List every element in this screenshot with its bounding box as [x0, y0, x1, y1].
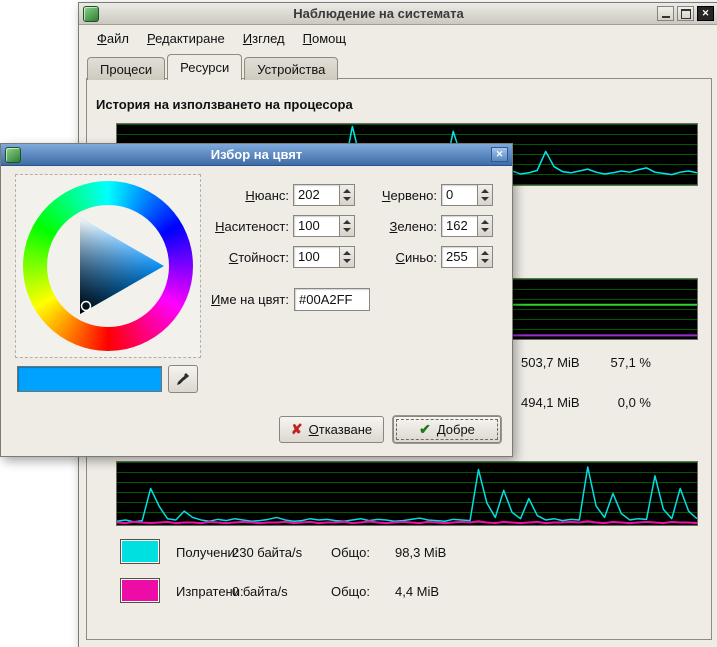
menu-edit[interactable]: Редактиране	[139, 28, 233, 49]
red-value[interactable]: 0	[442, 185, 477, 205]
ok-button-label: Добре	[437, 422, 475, 437]
green-spin-arrows[interactable]	[477, 216, 492, 236]
received-label: Получени:	[176, 545, 238, 560]
tab-resources[interactable]: Ресурси	[167, 54, 242, 80]
color-name-label: Име на цвят:	[161, 292, 289, 307]
color-picker-dialog: Избор на цвят ✕	[0, 143, 513, 457]
value-value[interactable]: 100	[294, 247, 339, 267]
main-titlebar[interactable]: Наблюдение на системата ✕	[79, 3, 717, 25]
blue-spin-arrows[interactable]	[477, 247, 492, 267]
green-spinner[interactable]: 162	[441, 215, 493, 237]
blue-label: Синьо:	[337, 250, 437, 265]
green-label: Зелено:	[337, 219, 437, 234]
value-label: Стойност:	[171, 250, 289, 265]
ok-button[interactable]: ✔ Добре	[393, 416, 501, 443]
hue-value[interactable]: 202	[294, 185, 339, 205]
sent-total: 4,4 MiB	[395, 584, 439, 599]
blue-spinner[interactable]: 255	[441, 246, 493, 268]
maximize-button[interactable]	[677, 6, 694, 21]
tab-processes[interactable]: Процеси	[87, 57, 165, 80]
memory-amount: 503,7 MiB	[521, 355, 580, 370]
main-window-title: Наблюдение на системата	[103, 6, 654, 21]
eyedropper-icon	[175, 371, 191, 387]
cpu-section-title: История на използването на процесора	[96, 97, 353, 112]
red-spinner[interactable]: 0	[441, 184, 493, 206]
received-color-swatch[interactable]	[120, 539, 160, 564]
received-total-label: Общо:	[331, 545, 370, 560]
swap-amount: 494,1 MiB	[521, 395, 580, 410]
dialog-close-button[interactable]: ✕	[491, 147, 508, 162]
eyedropper-button[interactable]	[168, 365, 198, 393]
close-button[interactable]: ✕	[697, 6, 714, 21]
tab-devices[interactable]: Устройства	[244, 57, 338, 80]
cancel-button[interactable]: ✘ Отказване	[279, 416, 384, 443]
dialog-app-icon	[5, 147, 21, 163]
sent-color-swatch[interactable]	[120, 578, 160, 603]
menu-file[interactable]: Файл	[89, 28, 137, 49]
received-total: 98,3 MiB	[395, 545, 446, 560]
menubar: Файл Редактиране Изглед Помощ	[79, 25, 717, 51]
hue-ring[interactable]	[23, 181, 193, 351]
color-name-input[interactable]	[294, 288, 370, 311]
received-rate: 230 байта/s	[232, 545, 302, 560]
app-icon	[83, 6, 99, 22]
saturation-value-triangle[interactable]	[47, 205, 169, 327]
green-value[interactable]: 162	[442, 216, 477, 236]
blue-value[interactable]: 255	[442, 247, 477, 267]
red-label: Червено:	[337, 188, 437, 203]
saturation-value[interactable]: 100	[294, 216, 339, 236]
menu-help[interactable]: Помощ	[295, 28, 354, 49]
cancel-button-label: Отказване	[309, 422, 373, 437]
dialog-titlebar[interactable]: Избор на цвят ✕	[1, 144, 512, 166]
cancel-icon: ✘	[291, 421, 303, 438]
current-color-preview	[17, 366, 162, 392]
sent-total-label: Общо:	[331, 584, 370, 599]
desktop: Наблюдение на системата ✕ Файл Редактира…	[0, 0, 717, 647]
ok-icon: ✔	[419, 421, 431, 438]
saturation-label: Наситеност:	[171, 219, 289, 234]
notebook-tabs: Процеси Ресурси Устройства	[87, 54, 340, 79]
minimize-button[interactable]	[657, 6, 674, 21]
swap-percent: 0,0 %	[579, 395, 651, 410]
network-history-chart	[116, 461, 698, 526]
red-spin-arrows[interactable]	[477, 185, 492, 205]
sent-rate: 0 байта/s	[232, 584, 288, 599]
memory-percent: 57,1 %	[579, 355, 651, 370]
dialog-title: Избор на цвят	[25, 147, 488, 162]
menu-view[interactable]: Изглед	[235, 28, 293, 49]
hue-label: Нюанс:	[171, 188, 289, 203]
